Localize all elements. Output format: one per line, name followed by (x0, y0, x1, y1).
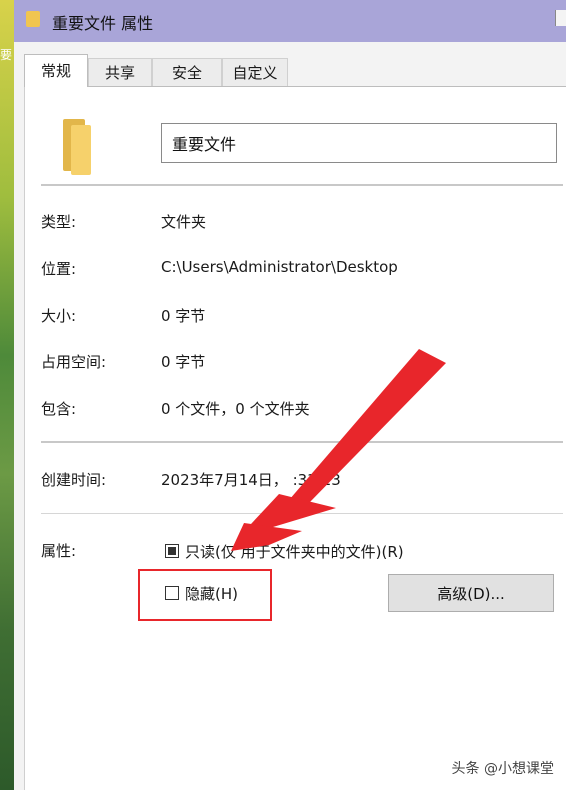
location-label: 位置: (41, 260, 77, 278)
size-on-disk-value: 0 字节 (161, 353, 206, 371)
size-value: 0 字节 (161, 307, 206, 325)
watermark: 头条 @小想课堂 (451, 761, 554, 777)
general-tab-panel: 类型: 文件夹 位置: C:\Users\Administrator\Deskt… (24, 86, 566, 790)
size-label: 大小: (41, 307, 77, 325)
type-value: 文件夹 (161, 213, 207, 231)
divider (41, 184, 563, 186)
folder-icon (55, 119, 95, 175)
desktop-background: 要 (0, 0, 14, 790)
created-value: 2023年7月14日， :33:23 (161, 471, 341, 489)
folder-name-input[interactable] (161, 123, 557, 163)
tab-security[interactable]: 安全 (152, 58, 222, 86)
location-value: C:\Users\Administrator\Desktop (161, 258, 398, 276)
divider (41, 513, 563, 514)
advanced-button[interactable]: 高级(D)... (388, 574, 554, 612)
annotation-arrow (231, 349, 446, 551)
folder-icon (26, 11, 40, 27)
readonly-label[interactable]: 只读(仅 用于文件夹中的文件)(R) (185, 541, 404, 562)
window-controls-edge[interactable] (555, 10, 566, 26)
created-label: 创建时间: (41, 471, 107, 489)
tab-customize[interactable]: 自定义 (222, 58, 288, 86)
tab-general[interactable]: 常规 (24, 54, 88, 87)
size-on-disk-label: 占用空间: (41, 353, 107, 371)
attributes-label: 属性: (41, 542, 77, 560)
contains-label: 包含: (41, 400, 77, 418)
highlight-box (138, 569, 272, 621)
type-label: 类型: (41, 213, 77, 231)
readonly-checkbox[interactable] (165, 544, 179, 558)
divider (41, 441, 563, 443)
title-bar[interactable]: 重要文件 属性 (14, 0, 566, 42)
tab-sharing[interactable]: 共享 (88, 58, 152, 86)
contains-value: 0 个文件，0 个文件夹 (161, 400, 310, 418)
desktop-glyph: 要 (0, 48, 13, 62)
properties-window: 重要文件 属性 常规 共享 安全 自定义 类型: 文件夹 位置: C:\User… (14, 0, 566, 790)
window-title: 重要文件 属性 (52, 14, 154, 33)
